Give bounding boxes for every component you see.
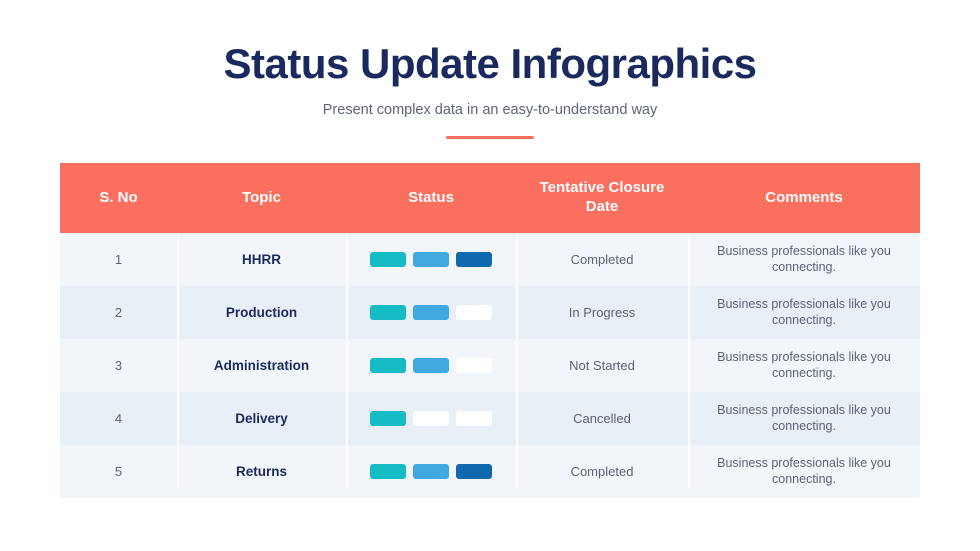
status-table: S. No Topic Status Tentative Closure Dat… (60, 163, 920, 498)
column-separator-1 (177, 233, 179, 488)
page-subtitle: Present complex data in an easy-to-under… (322, 102, 658, 119)
table-body: 1 HHRR Completed Business professionals lik… (60, 233, 920, 498)
status-bar-segment-3 (456, 305, 492, 320)
cell-topic: Delivery (177, 392, 346, 445)
cell-topic: HHRR (177, 233, 346, 286)
column-separator-3 (516, 233, 518, 488)
status-bar-segment-3 (456, 358, 492, 373)
cell-status (346, 339, 516, 392)
status-bar-segment-2 (413, 411, 449, 426)
table-row: 4 Delivery Cancelled Business professionals… (60, 392, 920, 445)
column-header-sno: S. No (60, 163, 177, 233)
status-bar-group (347, 464, 515, 479)
status-bar-segment-3 (456, 252, 492, 267)
status-bar-segment-2 (413, 464, 449, 479)
cell-closure-date: Cancelled (516, 392, 688, 445)
status-table-wrapper: S. No Topic Status Tentative Closure Dat… (60, 163, 920, 498)
status-bar-segment-1 (370, 358, 406, 373)
cell-comments: Business professionals like you connecti… (688, 392, 920, 445)
cell-sno: 1 (60, 233, 177, 286)
table-row: 1 HHRR Completed Business professionals lik… (60, 233, 920, 286)
cell-sno: 5 (60, 445, 177, 498)
status-bar-segment-1 (370, 464, 406, 479)
cell-closure-date: In Progress (516, 286, 688, 339)
status-bar-group (347, 358, 515, 373)
page-title: Status Update Infographics (223, 40, 757, 87)
table-header: S. No Topic Status Tentative Closure Dat… (60, 163, 920, 233)
column-header-status: Status (346, 163, 516, 233)
cell-closure-date: Completed (516, 233, 688, 286)
column-header-comments: Comments (688, 163, 920, 233)
slide: Status Update Infographics Present compl… (0, 0, 980, 551)
cell-sno: 2 (60, 286, 177, 339)
column-header-closure-date: Tentative Closure Date (516, 163, 688, 233)
status-bar-segment-2 (413, 252, 449, 267)
cell-status (346, 286, 516, 339)
status-bar-segment-3 (456, 411, 492, 426)
table-header-row: S. No Topic Status Tentative Closure Dat… (60, 163, 920, 233)
status-bar-segment-1 (370, 252, 406, 267)
status-bar-segment-1 (370, 411, 406, 426)
status-bar-segment-3 (456, 464, 492, 479)
cell-sno: 3 (60, 339, 177, 392)
table-row: 3 Administration Not Started Business profe… (60, 339, 920, 392)
status-bar-segment-1 (370, 305, 406, 320)
cell-sno: 4 (60, 392, 177, 445)
cell-status (346, 445, 516, 498)
cell-status (346, 392, 516, 445)
table-row: 2 Production In Progress Business professio… (60, 286, 920, 339)
cell-comments: Business professionals like you connecti… (688, 339, 920, 392)
table-row: 5 Returns Completed Business professionals … (60, 445, 920, 498)
status-bar-segment-2 (413, 358, 449, 373)
title-divider (446, 136, 534, 140)
status-bar-segment-2 (413, 305, 449, 320)
column-separator-2 (346, 233, 348, 488)
status-bar-group (347, 305, 515, 320)
column-header-topic: Topic (177, 163, 346, 233)
status-bar-group (347, 411, 515, 426)
status-bar-group (347, 252, 515, 267)
column-separator-4 (688, 233, 690, 488)
cell-comments: Business professionals like you connecti… (688, 233, 920, 286)
cell-status (346, 233, 516, 286)
cell-topic: Returns (177, 445, 346, 498)
cell-closure-date: Completed (516, 445, 688, 498)
cell-comments: Business professionals like you connecti… (688, 286, 920, 339)
cell-topic: Administration (177, 339, 346, 392)
cell-closure-date: Not Started (516, 339, 688, 392)
cell-comments: Business professionals like you connecti… (688, 445, 920, 498)
cell-topic: Production (177, 286, 346, 339)
